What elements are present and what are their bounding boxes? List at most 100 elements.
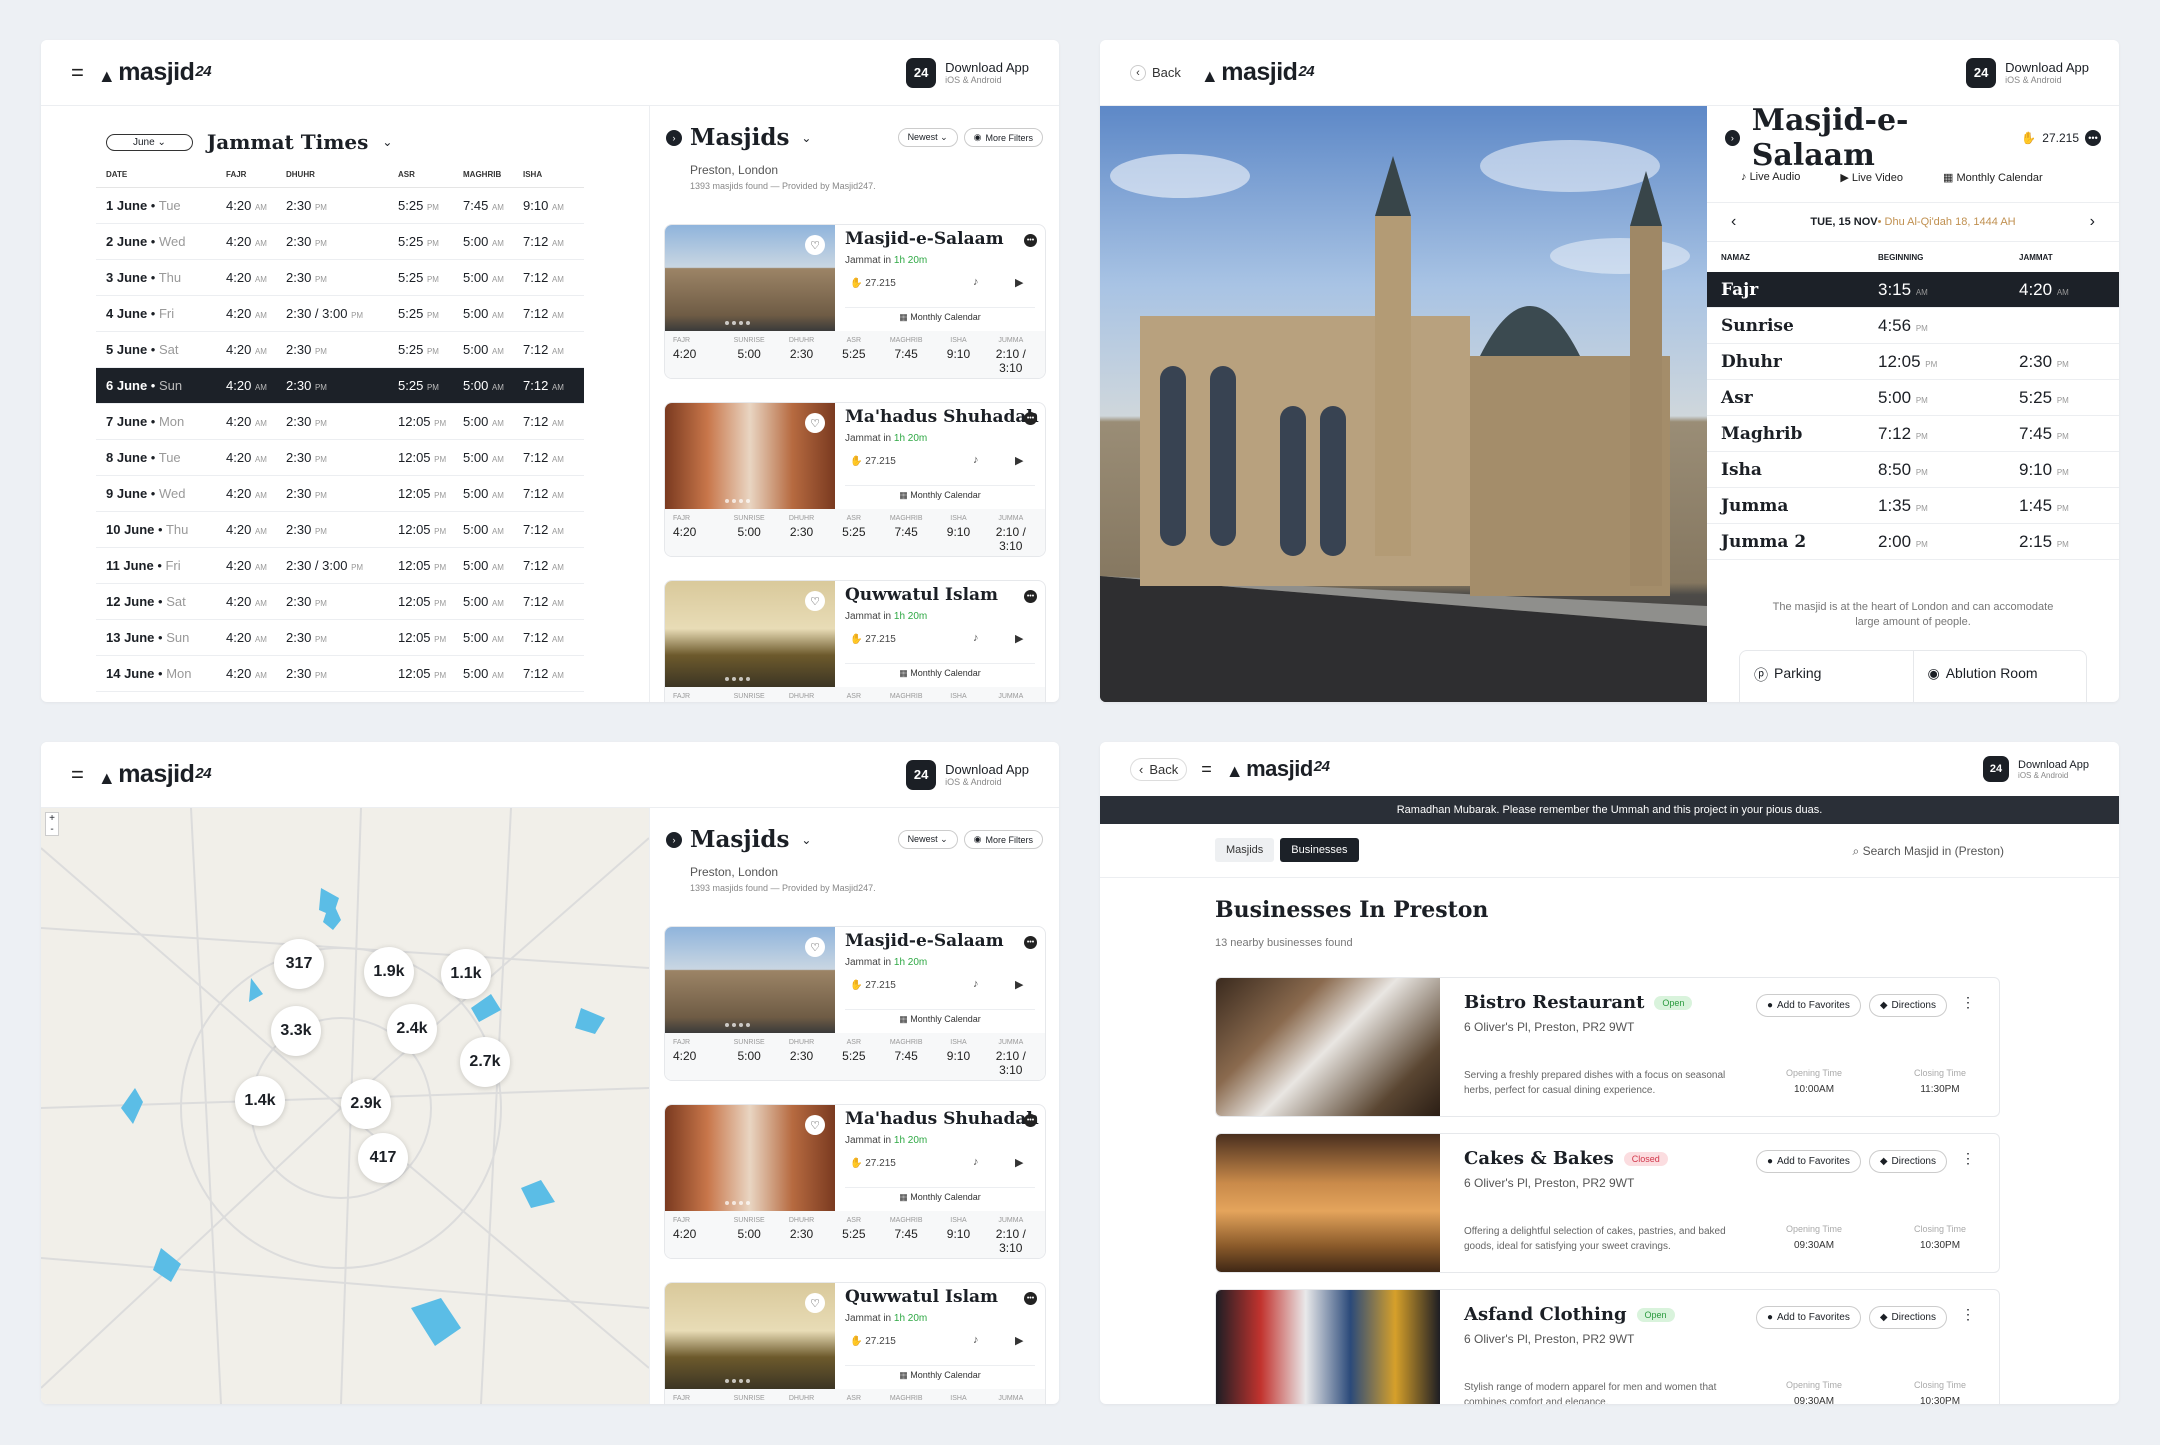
live-audio-button[interactable]: ♪ Live Audio: [1741, 171, 1800, 183]
download-app-button[interactable]: 24 Download App iOS & Android: [1966, 57, 2089, 88]
sort-newest-button[interactable]: Newest ⌄: [897, 128, 958, 147]
table-row[interactable]: 12 June • Sat 4:20 AM 2:30 PM 12:05 PM 5:00 …: [96, 584, 584, 620]
video-icon[interactable]: ▶: [1015, 632, 1023, 645]
carousel-dots[interactable]: [725, 1379, 750, 1383]
business-card[interactable]: Asfand Clothing Open 6 Oliver's Pl, Presto…: [1215, 1289, 2000, 1404]
more-icon[interactable]: •••: [1024, 936, 1037, 949]
menu-icon[interactable]: =: [71, 762, 84, 788]
map-cluster[interactable]: 3.3k: [271, 1006, 321, 1056]
monthly-calendar-button[interactable]: ▦ Monthly Calendar: [845, 663, 1035, 679]
chevron-down-icon[interactable]: ⌄: [801, 131, 811, 145]
chevron-left-icon[interactable]: ‹: [1731, 213, 1736, 231]
search-input[interactable]: ⌕ Search Masjid in (Preston): [1853, 844, 2004, 859]
table-row[interactable]: 1 June • Tue 4:20 AM 2:30 PM 5:25 PM 7:45 AM…: [96, 188, 584, 224]
video-icon[interactable]: ▶: [1015, 276, 1023, 289]
table-row[interactable]: 2 June • Wed 4:20 AM 2:30 PM 5:25 PM 5:00 AM…: [96, 224, 584, 260]
monthly-calendar-button[interactable]: ▦ Monthly Calendar: [845, 1187, 1035, 1203]
download-app-button[interactable]: 24 Download App iOS & Android: [906, 57, 1029, 88]
map-cluster[interactable]: 2.4k: [387, 1004, 437, 1054]
monthly-calendar-button[interactable]: ▦ Monthly Calendar: [845, 1365, 1035, 1381]
monthly-calendar-button[interactable]: ▦ Monthly Calendar: [845, 307, 1035, 323]
chevron-down-icon[interactable]: ⌄: [382, 135, 392, 149]
audio-icon[interactable]: ♪: [973, 1156, 979, 1168]
directions-button[interactable]: ◆ Directions: [1868, 1306, 1947, 1329]
chevron-down-icon[interactable]: ⌄: [801, 833, 811, 847]
audio-icon[interactable]: ♪: [973, 1334, 979, 1346]
audio-icon[interactable]: ♪: [973, 454, 979, 466]
business-card[interactable]: Cakes & Bakes Closed 6 Oliver's Pl, Presto…: [1215, 1133, 2000, 1273]
zoom-in-button[interactable]: +: [46, 813, 58, 824]
logo[interactable]: ▲ masjid 24: [98, 760, 212, 789]
sort-newest-button[interactable]: Newest ⌄: [897, 830, 958, 849]
directions-button[interactable]: ◆ Directions: [1868, 994, 1947, 1017]
table-row[interactable]: 3 June • Thu 4:20 AM 2:30 PM 5:25 PM 5:00 AM…: [96, 260, 584, 296]
more-vertical-icon[interactable]: ⋮: [1955, 1150, 1981, 1173]
menu-icon[interactable]: =: [71, 60, 84, 86]
masjid-card[interactable]: ♡ Ma'hadus Shuhadah ••• Jammat in 1h 20m ✋ 2…: [664, 1104, 1046, 1259]
add-to-favorites-button[interactable]: ● Add to Favorites: [1755, 994, 1861, 1017]
tab-businesses[interactable]: Businesses: [1280, 838, 1359, 862]
back-button[interactable]: ‹ Back: [1130, 64, 1181, 81]
more-filters-button[interactable]: ◉ More Filters: [963, 128, 1043, 147]
live-video-button[interactable]: ▶ Live Video: [1840, 171, 1903, 184]
more-icon[interactable]: •••: [1024, 412, 1037, 425]
tab-masjids[interactable]: Masjids: [1215, 838, 1275, 862]
map-cluster[interactable]: 417: [358, 1133, 408, 1183]
carousel-dots[interactable]: [725, 1201, 750, 1205]
map-cluster[interactable]: 1.9k: [364, 947, 414, 997]
table-row[interactable]: 13 June • Sun 4:20 AM 2:30 PM 12:05 PM 5:00 …: [96, 620, 584, 656]
zoom-out-button[interactable]: -: [46, 824, 58, 835]
table-row[interactable]: 10 June • Thu 4:20 AM 2:30 PM 12:05 PM 5:00 …: [96, 512, 584, 548]
table-row[interactable]: 6 June • Sun 4:20 AM 2:30 PM 5:25 PM 5:00 AM…: [96, 368, 584, 404]
more-icon[interactable]: •••: [1024, 234, 1037, 247]
map-cluster[interactable]: 317: [274, 939, 324, 989]
more-vertical-icon[interactable]: ⋮: [1955, 1306, 1981, 1329]
business-card[interactable]: Bistro Restaurant Open 6 Oliver's Pl, Pres…: [1215, 977, 2000, 1117]
monthly-calendar-button[interactable]: ▦ Monthly Calendar: [1943, 171, 2043, 184]
carousel-dots[interactable]: [725, 677, 750, 681]
heart-icon[interactable]: ♡: [805, 591, 825, 611]
table-row[interactable]: 11 June • Fri 4:20 AM 2:30 / 3:00 PM 12:05 …: [96, 548, 584, 584]
collapse-icon[interactable]: ›: [666, 831, 682, 848]
more-icon[interactable]: •••: [1024, 1292, 1037, 1305]
logo[interactable]: ▲ masjid 24: [98, 58, 212, 87]
masjid-card[interactable]: ♡ Masjid-e-Salaam ••• Jammat in 1h 20m ✋ 27.…: [664, 926, 1046, 1081]
map-cluster[interactable]: 2.9k: [341, 1079, 391, 1129]
video-icon[interactable]: ▶: [1015, 978, 1023, 991]
menu-icon[interactable]: =: [1201, 759, 1212, 780]
table-row[interactable]: 14 June • Mon 4:20 AM 2:30 PM 12:05 PM 5:00 …: [96, 656, 584, 692]
collapse-icon[interactable]: ›: [666, 129, 682, 146]
more-filters-button[interactable]: ◉ More Filters: [963, 830, 1043, 849]
monthly-calendar-button[interactable]: ▦ Monthly Calendar: [845, 485, 1035, 501]
collapse-icon[interactable]: ›: [1725, 130, 1740, 146]
video-icon[interactable]: ▶: [1015, 454, 1023, 467]
more-icon[interactable]: •••: [1024, 590, 1037, 603]
carousel-dots[interactable]: [725, 1023, 750, 1027]
download-app-button[interactable]: 24 Download App iOS & Android: [1983, 756, 2089, 782]
masjid-card[interactable]: ♡ Masjid-e-Salaam ••• Jammat in 1h 20m ✋ 27.…: [664, 224, 1046, 379]
table-row[interactable]: 4 June • Fri 4:20 AM 2:30 / 3:00 PM 5:25 PM…: [96, 296, 584, 332]
masjid-card[interactable]: ♡ Quwwatul Islam ••• Jammat in 1h 20m ✋ 27.2…: [664, 1282, 1046, 1404]
audio-icon[interactable]: ♪: [973, 978, 979, 990]
video-icon[interactable]: ▶: [1015, 1334, 1023, 1347]
heart-icon[interactable]: ♡: [805, 937, 825, 957]
video-icon[interactable]: ▶: [1015, 1156, 1023, 1169]
map[interactable]: + - 317 1.9k 1.1k 3.3k 2.4k 2.7k 1.4k 2.9…: [41, 808, 649, 1404]
heart-icon[interactable]: ♡: [805, 413, 825, 433]
month-select[interactable]: June ⌄: [106, 133, 193, 151]
heart-icon[interactable]: ♡: [805, 1293, 825, 1313]
logo[interactable]: ▲ masjid 24: [1226, 756, 1330, 782]
map-cluster[interactable]: 1.1k: [441, 949, 491, 999]
add-to-favorites-button[interactable]: ● Add to Favorites: [1755, 1150, 1861, 1173]
heart-icon[interactable]: ♡: [805, 1115, 825, 1135]
carousel-dots[interactable]: [725, 499, 750, 503]
map-cluster[interactable]: 2.7k: [460, 1037, 510, 1087]
table-row[interactable]: 7 June • Mon 4:20 AM 2:30 PM 12:05 PM 5:00 A…: [96, 404, 584, 440]
heart-icon[interactable]: ♡: [805, 235, 825, 255]
masjid-card[interactable]: ♡ Ma'hadus Shuhadah ••• Jammat in 1h 20m ✋ 2…: [664, 402, 1046, 557]
more-icon[interactable]: •••: [1024, 1114, 1037, 1127]
carousel-dots[interactable]: [725, 321, 750, 325]
audio-icon[interactable]: ♪: [973, 276, 979, 288]
map-cluster[interactable]: 1.4k: [235, 1076, 285, 1126]
monthly-calendar-button[interactable]: ▦ Monthly Calendar: [845, 1009, 1035, 1025]
